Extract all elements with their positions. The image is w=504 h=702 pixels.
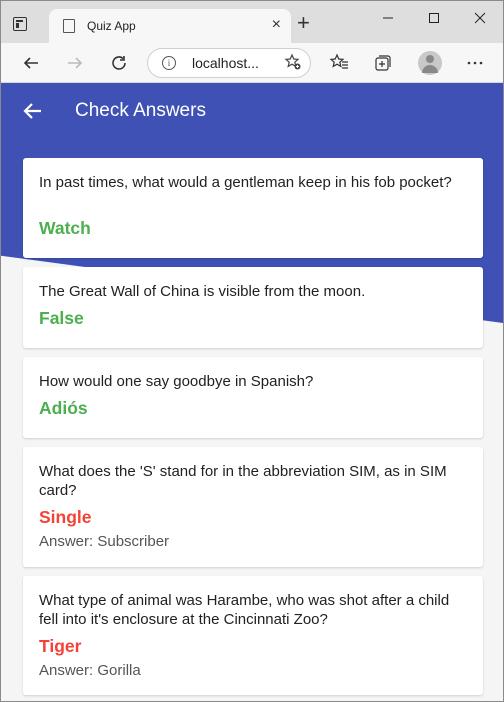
collections-icon[interactable] <box>371 51 395 75</box>
maximize-icon[interactable] <box>411 7 457 37</box>
close-window-icon[interactable] <box>457 7 503 37</box>
question-card: What does the 'S' stand for in the abbre… <box>23 447 483 567</box>
refresh-icon[interactable] <box>107 51 131 75</box>
minimize-icon[interactable] <box>365 7 411 37</box>
page-icon <box>63 19 75 33</box>
tab-title: Quiz App <box>87 19 136 33</box>
new-tab-button[interactable]: + <box>297 12 310 34</box>
page-title: Check Answers <box>75 100 206 121</box>
question-text: What type of animal was Harambe, who was… <box>39 592 450 628</box>
forward-icon[interactable] <box>63 51 87 75</box>
browser-window: Quiz App × + i localhost... Check Answer… <box>0 0 504 702</box>
back-icon[interactable] <box>19 51 43 75</box>
correct-answer: Answer: Subscriber <box>39 533 170 550</box>
add-favorite-icon[interactable] <box>284 53 302 76</box>
question-card: What type of animal was Harambe, who was… <box>23 576 483 695</box>
given-answer-correct: Adiós <box>39 398 88 418</box>
address-bar[interactable]: i localhost... <box>147 48 311 78</box>
more-options-icon[interactable] <box>463 51 487 75</box>
tab-strip: Quiz App × + <box>1 1 503 43</box>
tab-quiz-app[interactable]: Quiz App × <box>49 9 291 43</box>
question-card: How would one say goodbye in Spanish? Ad… <box>23 357 483 438</box>
question-text: In past times, what would a gentleman ke… <box>39 174 452 191</box>
correct-answer: Answer: Gorilla <box>39 662 141 679</box>
browser-toolbar: i localhost... <box>1 43 503 83</box>
question-card: The Great Wall of China is visible from … <box>23 267 483 348</box>
question-text: The Great Wall of China is visible from … <box>39 283 366 300</box>
question-card: In past times, what would a gentleman ke… <box>23 158 483 258</box>
question-text: How would one say goodbye in Spanish? <box>39 373 314 390</box>
workspaces-icon[interactable] <box>13 17 27 31</box>
site-info-icon[interactable]: i <box>162 56 176 70</box>
given-answer-wrong: Tiger <box>39 636 82 656</box>
app-bar: Check Answers <box>1 83 503 139</box>
close-tab-icon[interactable]: × <box>272 16 281 34</box>
back-arrow-icon[interactable] <box>21 99 45 123</box>
given-answer-correct: Watch <box>39 218 91 238</box>
app-content: Check Answers In past times, what would … <box>1 83 503 701</box>
address-text[interactable]: localhost... <box>192 55 259 71</box>
given-answer-wrong: Single <box>39 507 92 527</box>
profile-avatar[interactable] <box>418 51 442 75</box>
favorites-icon[interactable] <box>327 51 351 75</box>
given-answer-correct: False <box>39 308 84 328</box>
question-text: What does the 'S' stand for in the abbre… <box>39 463 447 499</box>
